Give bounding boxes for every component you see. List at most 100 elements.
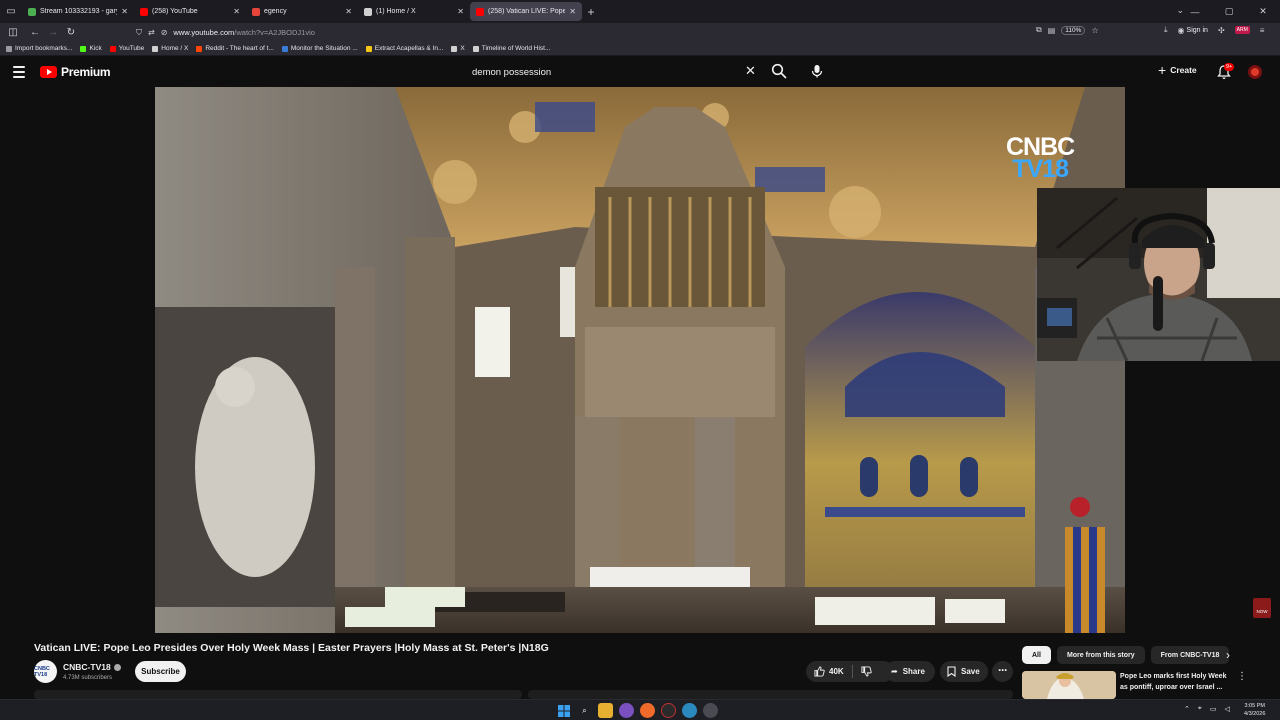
- back-button[interactable]: ←: [26, 27, 44, 38]
- maximize-button[interactable]: ▢: [1212, 6, 1246, 17]
- forward-button[interactable]: →: [44, 27, 62, 38]
- file-explorer-icon[interactable]: [598, 703, 613, 718]
- youtube-premium-logo[interactable]: Premium: [40, 65, 111, 79]
- thumbs-down-icon: [861, 666, 872, 677]
- bookmark-item[interactable]: Monitor the Situation ...: [281, 45, 358, 52]
- picture-in-picture-icon[interactable]: ⧉: [1036, 25, 1042, 35]
- thumbnail-image: [1022, 671, 1116, 699]
- permissions-icon[interactable]: ⇄: [148, 28, 155, 37]
- like-button[interactable]: 40K: [806, 661, 852, 682]
- system-tray: ⌃ ⌖ ▭ ◁: [1184, 705, 1230, 713]
- firefox-icon[interactable]: [640, 703, 655, 718]
- browser-tab[interactable]: (258) YouTube ✕: [134, 0, 246, 23]
- windows-start-icon[interactable]: [556, 703, 571, 718]
- tab-favicon-icon: [252, 7, 260, 16]
- taskbar-clock[interactable]: 3:05 PM 4/3/2026: [1244, 702, 1265, 718]
- sign-in-link[interactable]: Sign in: [1187, 27, 1208, 34]
- recommendation-thumbnail[interactable]: [1022, 671, 1116, 699]
- tab-favicon-icon: [364, 7, 372, 16]
- guide-menu-icon[interactable]: [13, 66, 25, 78]
- channel-avatar[interactable]: CNBC TV18: [34, 660, 57, 683]
- search-input[interactable]: demon possession: [462, 60, 766, 84]
- profile-badge[interactable]: ARM: [1234, 26, 1250, 34]
- user-avatar[interactable]: [1248, 65, 1262, 79]
- minimize-button[interactable]: —: [1178, 7, 1212, 17]
- tab-close-icon[interactable]: ✕: [233, 7, 240, 16]
- reload-button[interactable]: ↻: [62, 27, 80, 38]
- account-icon[interactable]: ◉: [1178, 26, 1185, 35]
- bookmark-label: YouTube: [118, 45, 145, 52]
- discord-icon[interactable]: [619, 703, 634, 718]
- reader-view-icon[interactable]: ▤: [1048, 26, 1056, 35]
- share-button[interactable]: ➦ Share: [885, 661, 935, 682]
- chips-next-chevron-icon[interactable]: ›: [1226, 648, 1230, 662]
- bookmark-item[interactable]: X: [451, 45, 465, 52]
- bookmark-favicon-icon: [6, 45, 12, 52]
- volume-icon[interactable]: ◁: [1224, 705, 1229, 713]
- clear-search-icon[interactable]: ✕: [745, 63, 756, 79]
- news-now-icon[interactable]: NOW: [1253, 598, 1271, 618]
- bookmark-favicon-icon: [365, 45, 372, 52]
- notification-count-badge: 9+: [1224, 63, 1235, 71]
- bookmark-label: Home / X: [161, 45, 189, 52]
- more-actions-button[interactable]: ···: [992, 661, 1013, 682]
- like-dislike-group: 40K: [806, 661, 894, 682]
- filter-chip[interactable]: More from this story: [1056, 646, 1145, 664]
- bookmark-item[interactable]: YouTube: [109, 45, 145, 52]
- url-text[interactable]: www.youtube.com/watch?v=A2JBODJ1vio: [173, 28, 315, 37]
- lock-icon[interactable]: ⊘: [161, 28, 168, 37]
- video-player[interactable]: CNBC TV18: [155, 87, 1125, 633]
- bookmark-item[interactable]: Timeline of World Hist...: [472, 45, 550, 52]
- channel-name-link[interactable]: CNBC-TV18: [63, 662, 121, 672]
- bookmark-item[interactable]: Reddit - The heart of t...: [196, 45, 274, 52]
- obs-icon[interactable]: [661, 703, 676, 718]
- bookmark-item[interactable]: Import bookmarks...: [6, 45, 72, 52]
- browser-app-icon[interactable]: [682, 703, 697, 718]
- dislike-button[interactable]: [853, 661, 880, 682]
- bookmark-item[interactable]: Kick: [80, 45, 102, 52]
- extensions-icon[interactable]: ✣: [1218, 26, 1225, 35]
- taskbar-search-icon[interactable]: ⌕: [577, 703, 592, 718]
- watermark-line2: TV18: [1012, 155, 1069, 183]
- address-bar-actions: ⧉ ▤ 110% ☆: [1036, 25, 1099, 35]
- bookmark-star-icon[interactable]: ☆: [1091, 26, 1098, 35]
- browser-tab[interactable]: (258) Vatican LIVE: Pope Le✕: [470, 2, 582, 21]
- browser-tab[interactable]: Stream 103332193 - garydavid ✕: [22, 0, 134, 23]
- bookmark-item[interactable]: Extract Acapellas & In...: [365, 45, 443, 52]
- youtube-play-icon: [40, 66, 57, 78]
- subscribe-button[interactable]: Subscribe: [135, 661, 186, 682]
- tab-close-icon[interactable]: ✕: [345, 7, 352, 16]
- app-menu-icon[interactable]: ≡: [1260, 26, 1265, 35]
- address-bar[interactable]: ⛉ ⇄ ⊘ www.youtube.com/watch?v=A2JBODJ1vi…: [136, 25, 1106, 40]
- close-window-button[interactable]: ✕: [1246, 6, 1280, 17]
- tab-close-icon[interactable]: ✕: [457, 7, 464, 16]
- new-tab-button[interactable]: +: [582, 0, 600, 23]
- settings-gear-icon[interactable]: [703, 703, 718, 718]
- browser-tab[interactable]: (1) Home / X ✕: [358, 0, 470, 23]
- create-button[interactable]: + Create: [1158, 63, 1197, 77]
- save-button[interactable]: Save: [940, 661, 988, 682]
- tab-close-icon[interactable]: ✕: [569, 7, 576, 16]
- bookmark-favicon-icon: [451, 45, 458, 52]
- filter-chip[interactable]: From CNBC-TV18: [1150, 646, 1230, 664]
- tab-title: (258) Vatican LIVE: Pope Le: [488, 8, 566, 15]
- filter-chip[interactable]: All: [1022, 646, 1051, 664]
- tab-close-icon[interactable]: ✕: [121, 7, 128, 16]
- shield-icon[interactable]: ⛉: [136, 28, 142, 38]
- tray-location-icon[interactable]: ⌖: [1198, 705, 1202, 713]
- tray-overflow-chevron-icon[interactable]: ⌃: [1184, 705, 1190, 713]
- window-controls: — ▢ ✕: [1178, 0, 1280, 23]
- search-icon[interactable]: [771, 63, 787, 79]
- downloads-icon[interactable]: ⤓: [1164, 25, 1168, 35]
- create-label: Create: [1170, 65, 1197, 75]
- browser-tab[interactable]: egency ✕: [246, 0, 358, 23]
- microphone-icon[interactable]: [808, 62, 826, 80]
- sidebar-toggle-icon[interactable]: ◫: [4, 27, 22, 38]
- recommendation-menu-icon[interactable]: ⋮: [1237, 671, 1247, 682]
- tab-list-icon[interactable]: ▭: [0, 0, 22, 23]
- clock-time: 3:05 PM: [1244, 703, 1265, 709]
- recommendation-title[interactable]: Pope Leo marks first Holy Week as pontif…: [1120, 671, 1236, 693]
- network-icon[interactable]: ▭: [1210, 705, 1217, 713]
- zoom-level[interactable]: 110%: [1061, 25, 1086, 35]
- bookmark-item[interactable]: Home / X: [152, 45, 188, 52]
